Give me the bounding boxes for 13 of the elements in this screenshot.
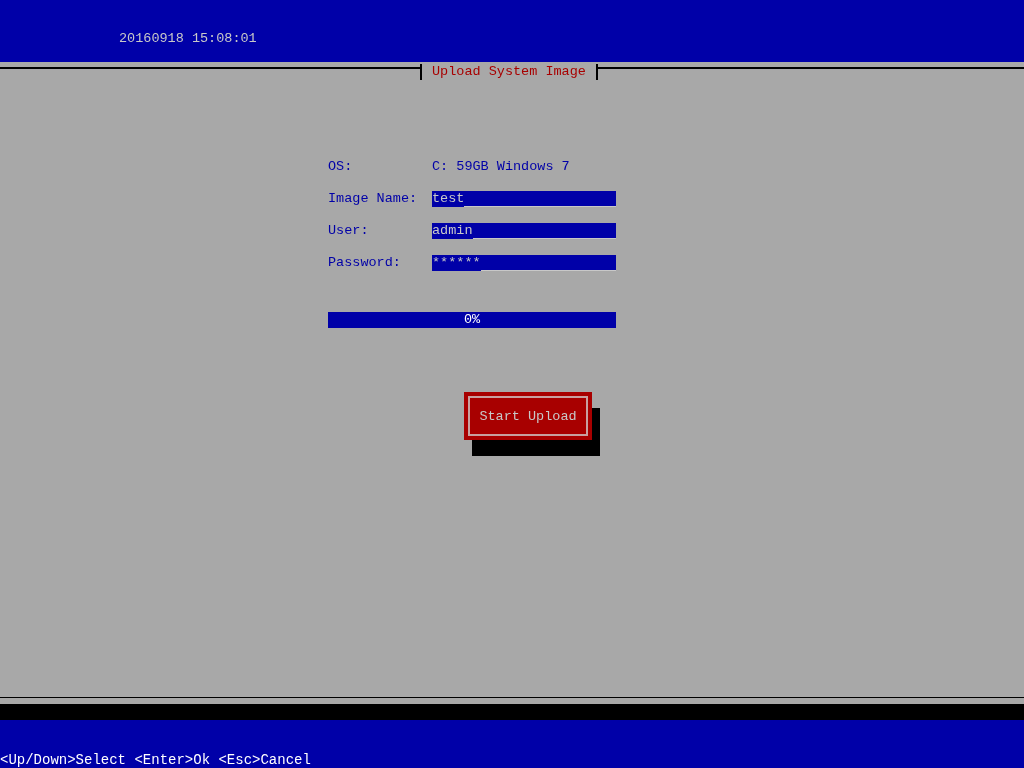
dialog-title: Upload System Image	[420, 64, 598, 80]
datetime-text: 20160918 15:08:01	[119, 31, 257, 46]
field-label: Image Name:	[328, 191, 419, 206]
field-label: Password:	[328, 255, 402, 270]
os-value: C: 59GB Windows 7	[432, 159, 570, 174]
field-label: User:	[328, 223, 370, 238]
progress-text: 0%	[463, 312, 481, 327]
input-field[interactable]: admin	[432, 223, 616, 239]
start-upload-button[interactable]: Start Upload	[464, 392, 592, 440]
input-field[interactable]: ******	[432, 255, 616, 271]
field-label: OS:	[328, 159, 354, 174]
key-hint-text: <Up/Down>Select <Enter>Ok <Esc>Cancel	[0, 752, 311, 768]
input-field[interactable]: test	[432, 191, 616, 207]
